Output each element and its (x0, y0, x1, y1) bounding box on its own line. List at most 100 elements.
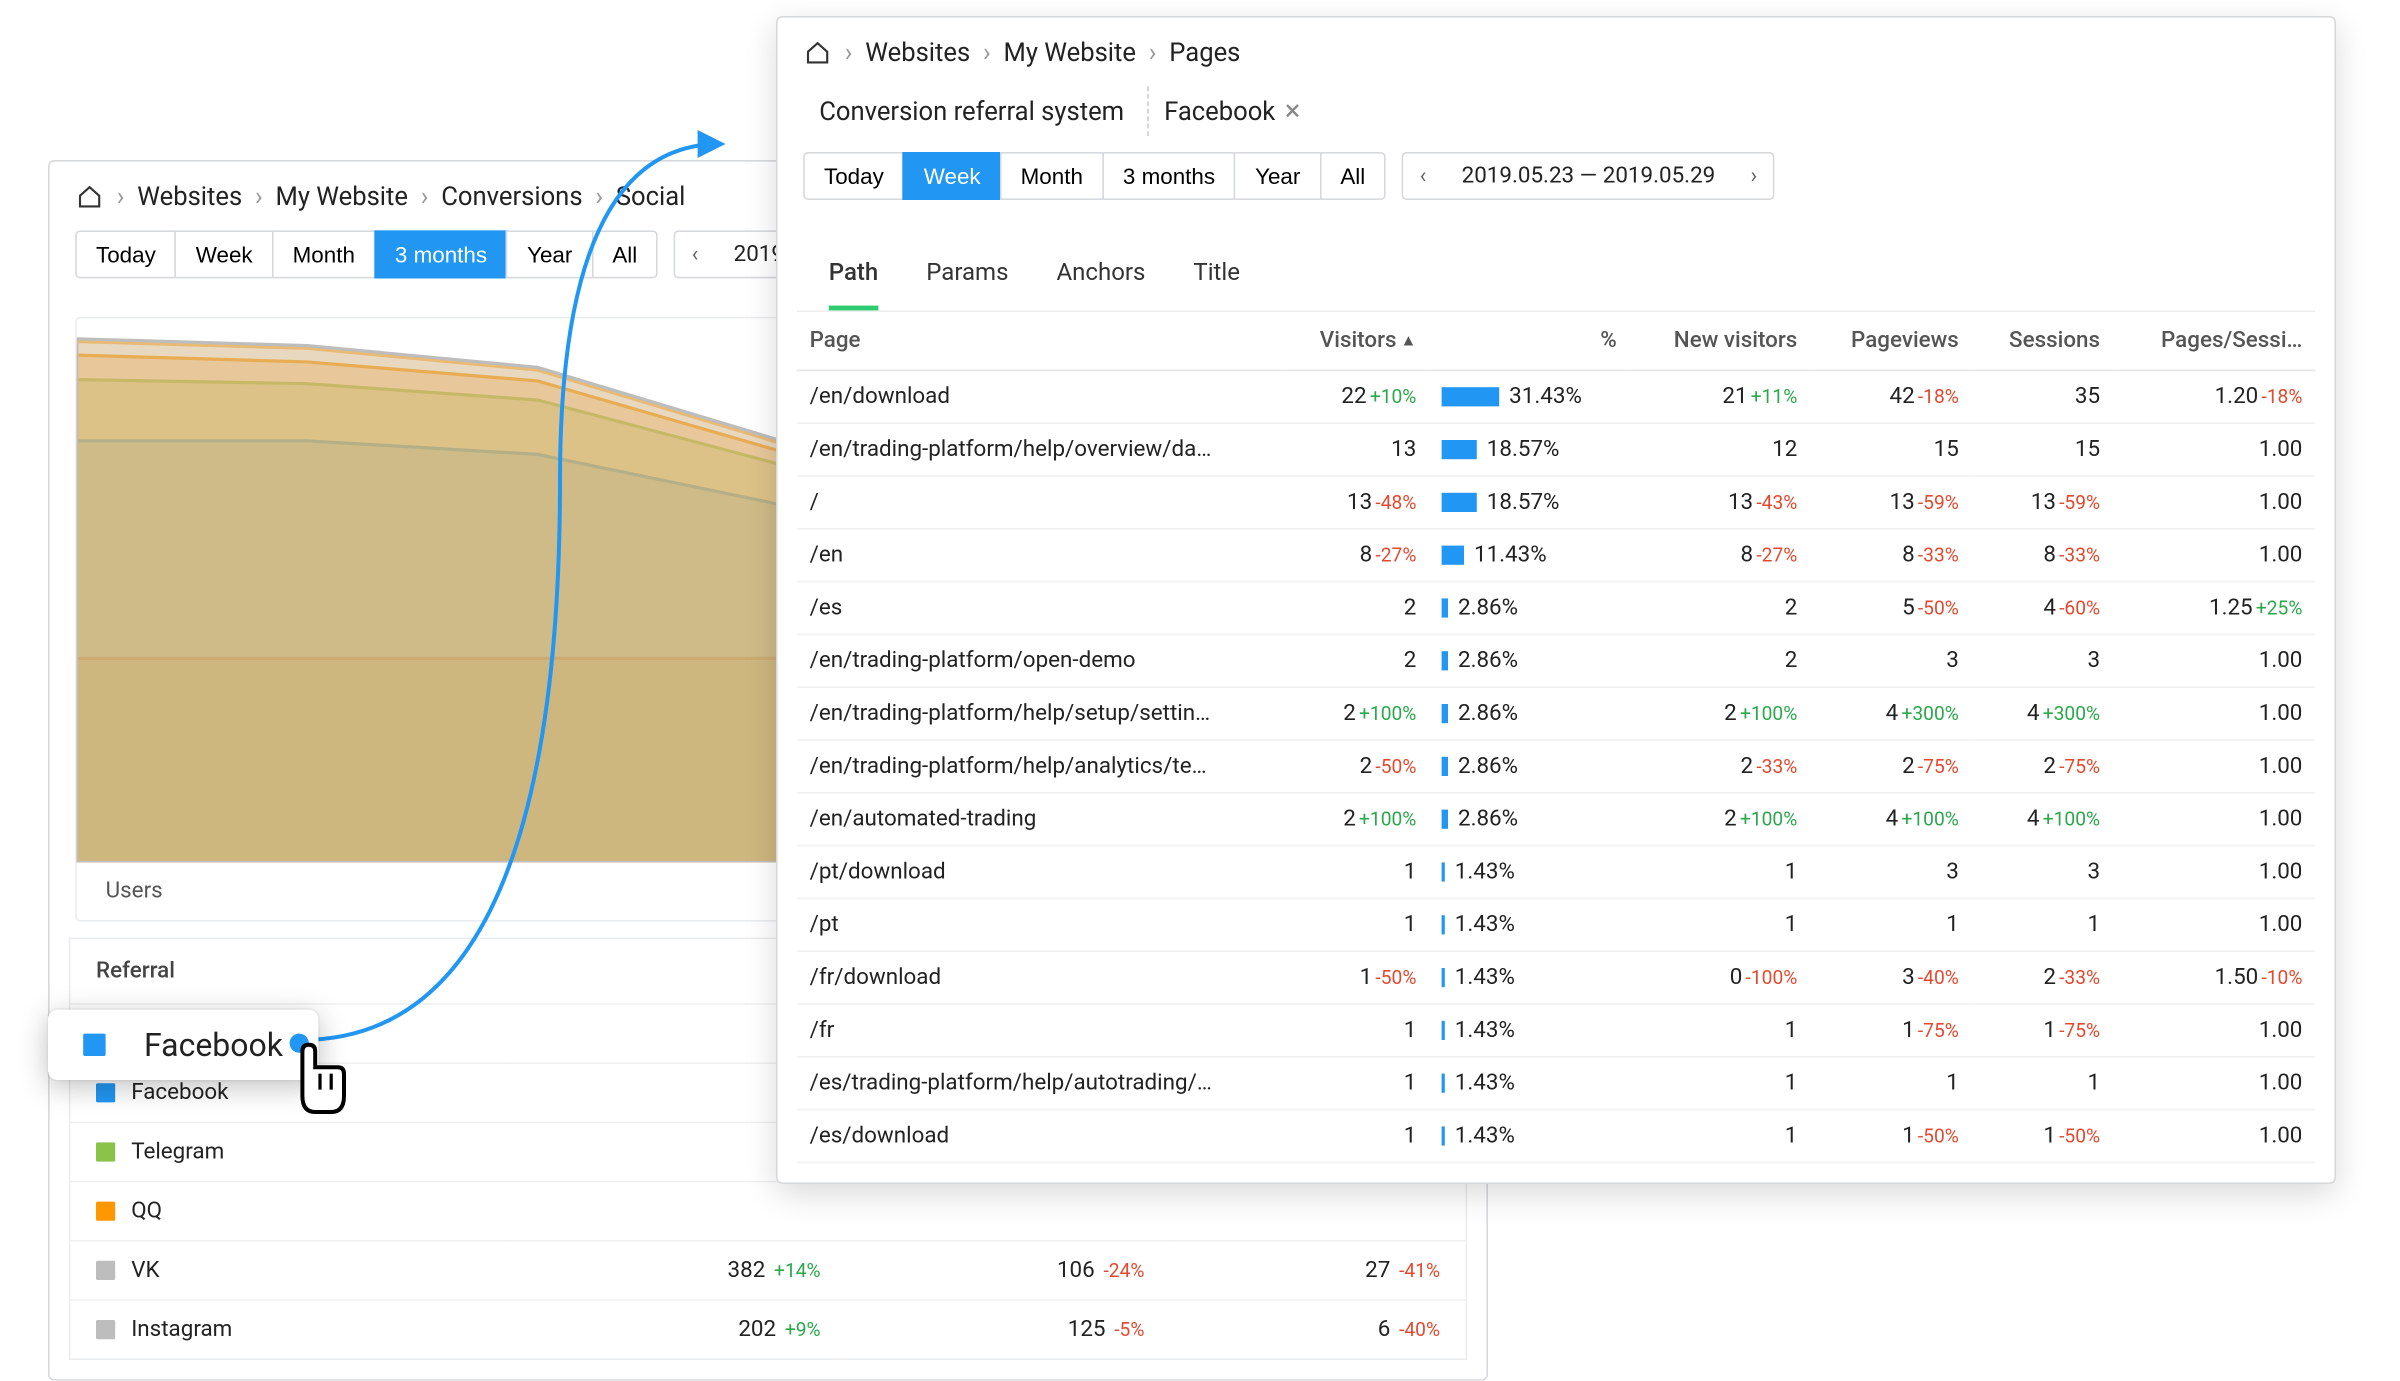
table-row[interactable]: /en/trading-platform/help/overview/da…13… (797, 423, 2315, 476)
page-path: /en/trading-platform/open-demo (797, 634, 1281, 687)
col-header[interactable]: Sessions (1972, 312, 2113, 370)
prev-range-icon[interactable]: ‹ (1404, 154, 1443, 199)
pageviews: 1 (1810, 1057, 1972, 1110)
tab-path[interactable]: Path (829, 258, 878, 311)
next-range-icon[interactable]: › (1734, 154, 1773, 199)
col-header[interactable]: Pages/Sessi… (2113, 312, 2315, 370)
delta: -33% (2059, 544, 2100, 566)
range-year[interactable]: Year (506, 230, 593, 278)
breadcrumb-item[interactable]: Websites (865, 37, 970, 67)
pages-table: PageVisitors ▲%New visitorsPageviewsSess… (797, 312, 2315, 1163)
pages-per-session: 1.20-18% (2113, 370, 2315, 423)
home-icon[interactable] (803, 39, 832, 65)
delta: +9% (785, 1318, 821, 1340)
referral-row[interactable]: VK382 +14%106 -24%27 -41% (70, 1241, 1467, 1300)
visitors: 1 (1281, 846, 1429, 899)
color-swatch (96, 1320, 115, 1339)
tab-title[interactable]: Title (1193, 258, 1240, 311)
breadcrumb-item[interactable]: My Website (1003, 37, 1135, 67)
color-swatch (96, 1202, 115, 1221)
date-range-text[interactable]: 2019.05.23 — 2019.05.29 (1442, 154, 1734, 199)
sessions: 4+300% (1972, 687, 2113, 740)
tab-anchors[interactable]: Anchors (1057, 258, 1146, 311)
new-visitors: 1 (1630, 846, 1811, 899)
table-row[interactable]: /pt11.43%1111.00 (797, 898, 2315, 951)
pageviews: 4+100% (1810, 793, 1972, 846)
col-header[interactable]: Pageviews (1810, 312, 1972, 370)
breadcrumb-item[interactable]: My Website (275, 181, 407, 211)
breadcrumb-item[interactable]: Conversions (441, 181, 582, 211)
col-header[interactable]: New visitors (1630, 312, 1811, 370)
table-row[interactable]: /fr/download1-50%1.43%0-100%3-40%2-33%1.… (797, 951, 2315, 1004)
range-week[interactable]: Week (903, 152, 1001, 200)
table-row[interactable]: /fr11.43%11-75%1-75%1.00 (797, 1004, 2315, 1057)
facebook-color-swatch (83, 1034, 105, 1056)
delta: +300% (2043, 702, 2100, 724)
range-week[interactable]: Week (175, 230, 273, 278)
pageviews: 1 (1810, 898, 1972, 951)
color-swatch (96, 1261, 115, 1280)
range-all[interactable]: All (592, 230, 659, 278)
delta: +300% (1901, 702, 1958, 724)
pages-per-session: 1.00 (2113, 634, 2315, 687)
col-header[interactable]: Visitors ▲ (1281, 312, 1429, 370)
delta: -27% (1756, 544, 1797, 566)
page-path: /en/download (797, 370, 1281, 423)
table-row[interactable]: /en/trading-platform/help/setup/settin…2… (797, 687, 2315, 740)
delta: -100% (1746, 966, 1798, 988)
delta: -40% (1399, 1318, 1440, 1340)
table-row[interactable]: /en/trading-platform/open-demo22.86%2331… (797, 634, 2315, 687)
table-row[interactable]: /es/download11.43%11-50%1-50%1.00 (797, 1110, 2315, 1163)
table-row[interactable]: /en/automated-trading2+100%2.86%2+100%4+… (797, 793, 2315, 846)
table-row[interactable]: /pt/download11.43%1331.00 (797, 846, 2315, 899)
table-row[interactable]: /en8-27%11.43%8-27%8-33%8-33%1.00 (797, 529, 2315, 582)
breadcrumb-item[interactable]: Websites (137, 181, 242, 211)
delta: -27% (1375, 544, 1416, 566)
table-row[interactable]: /es22.86%25-50%4-60%1.25+25% (797, 582, 2315, 635)
range-year[interactable]: Year (1234, 152, 1321, 200)
page-path: /es/trading-platform/help/autotrading/… (797, 1057, 1281, 1110)
breadcrumb-item[interactable]: Social (616, 181, 686, 211)
visitors: 2+100% (1281, 687, 1429, 740)
delta: -60% (2059, 597, 2100, 619)
table-row[interactable]: /13-48%18.57%13-43%13-59%13-59%1.00 (797, 476, 2315, 529)
range-month[interactable]: Month (272, 230, 376, 278)
filter-value-chip[interactable]: Facebook × (1148, 86, 1316, 136)
new-visitors: 2 (1630, 634, 1811, 687)
remove-filter-icon[interactable]: × (1285, 97, 1300, 126)
range-today[interactable]: Today (75, 230, 176, 278)
new-visitors: 21+11% (1630, 370, 1811, 423)
col-header[interactable]: Page (797, 312, 1281, 370)
new-visitors: 2+100% (1630, 793, 1811, 846)
tab-params[interactable]: Params (926, 258, 1008, 311)
delta: -18% (2261, 386, 2302, 408)
breadcrumb-item[interactable]: Pages (1169, 37, 1240, 67)
percent: 2.86% (1429, 687, 1629, 740)
range-today[interactable]: Today (803, 152, 904, 200)
home-icon[interactable] (75, 183, 104, 209)
prev-range-icon[interactable]: ‹ (676, 232, 715, 277)
page-path: /fr/download (797, 951, 1281, 1004)
col-header[interactable]: % (1429, 312, 1629, 370)
referral-row[interactable]: Instagram202 +9%125 -5%6 -40% (70, 1300, 1467, 1359)
facebook-popout[interactable]: Facebook (48, 1010, 318, 1080)
table-row[interactable]: /en/download22+10%31.43%21+11%42-18%351.… (797, 370, 2315, 423)
range-3-months[interactable]: 3 months (374, 230, 508, 278)
pageviews: 3 (1810, 634, 1972, 687)
table-row[interactable]: /en/trading-platform/help/analytics/te…2… (797, 740, 2315, 793)
range-3-months[interactable]: 3 months (1102, 152, 1236, 200)
page-path: /pt (797, 898, 1281, 951)
referral-row[interactable]: QQ (70, 1182, 1467, 1241)
sort-asc-icon: ▲ (1397, 332, 1417, 350)
delta: -50% (1375, 966, 1416, 988)
page-path: /fr (797, 1004, 1281, 1057)
sessions: 35 (1972, 370, 2113, 423)
delta: +100% (1740, 808, 1797, 830)
table-row[interactable]: /es/trading-platform/help/autotrading/… 1… (797, 1057, 2315, 1110)
range-month[interactable]: Month (1000, 152, 1104, 200)
pages-per-session: 1.00 (2113, 740, 2315, 793)
percent: 1.43% (1429, 951, 1629, 1004)
page-path: /es/download (797, 1110, 1281, 1163)
pages-per-session: 1.00 (2113, 687, 2315, 740)
range-all[interactable]: All (1320, 152, 1387, 200)
